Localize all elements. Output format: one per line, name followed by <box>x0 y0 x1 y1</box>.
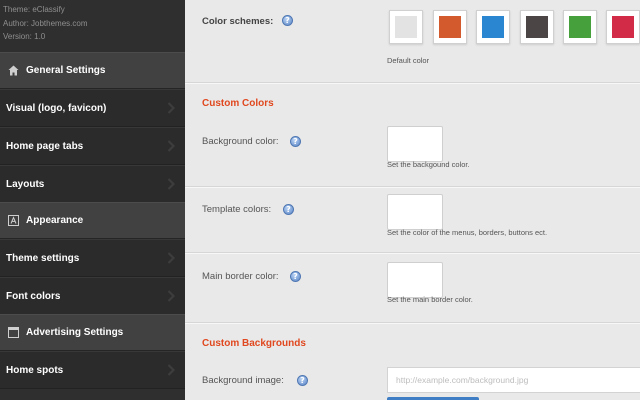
help-icon[interactable]: ? <box>282 15 293 26</box>
chevron-right-icon <box>167 290 175 302</box>
color-scheme-swatch-1[interactable] <box>389 10 423 44</box>
main-border-color-label: Main border color: <box>202 271 279 282</box>
color-scheme-swatch-2[interactable] <box>433 10 467 44</box>
swatch-color <box>569 16 591 38</box>
window-icon <box>7 327 19 339</box>
section-advertising-settings[interactable]: Advertising Settings <box>0 314 185 351</box>
custom-backgrounds-title: Custom Backgrounds <box>202 338 306 349</box>
section-general-settings[interactable]: General Settings <box>0 52 185 89</box>
sidebar-item-label: Font colors <box>6 290 61 302</box>
background-image-url-input[interactable] <box>387 367 640 393</box>
chevron-right-icon <box>167 102 175 114</box>
sidebar-item-label: Home page tabs <box>6 140 84 152</box>
sidebar: Theme: eClassify Author: Jobthemes.com V… <box>0 0 185 400</box>
color-schemes-label: Color schemes: <box>202 16 274 27</box>
main-border-color-note: Set the main border color. <box>387 295 473 304</box>
sidebar-item-font-colors[interactable]: Font colors <box>0 277 185 315</box>
help-icon[interactable]: ? <box>297 375 308 386</box>
divider <box>185 82 640 84</box>
swatch-color <box>526 16 548 38</box>
sidebar-item-label: Visual (logo, favicon) <box>6 102 107 114</box>
section-appearance[interactable]: Appearance <box>0 202 185 239</box>
color-scheme-swatch-4[interactable] <box>520 10 554 44</box>
sidebar-item-layouts[interactable]: Layouts <box>0 165 185 203</box>
section-title: General Settings <box>26 65 106 76</box>
sidebar-item-theme-settings[interactable]: Theme settings <box>0 239 185 277</box>
background-image-label: Background image: <box>202 375 284 386</box>
divider <box>185 252 640 254</box>
template-colors-label: Template colors: <box>202 204 272 215</box>
color-scheme-swatch-5[interactable] <box>563 10 597 44</box>
background-color-picker[interactable] <box>387 126 443 162</box>
chevron-right-icon <box>167 364 175 376</box>
section-title: Advertising Settings <box>26 327 124 338</box>
section-title: Appearance <box>26 215 84 226</box>
help-icon[interactable]: ? <box>290 136 301 147</box>
sidebar-item-visual[interactable]: Visual (logo, favicon) <box>0 89 185 127</box>
sidebar-item-label: Theme settings <box>6 252 80 264</box>
swatch-color <box>482 16 504 38</box>
sidebar-item-home-spots[interactable]: Home spots <box>0 351 185 389</box>
template-colors-note: Set the color of the menus, borders, but… <box>387 228 548 237</box>
theme-meta: Theme: eClassify Author: Jobthemes.com V… <box>0 0 185 52</box>
swatch-color <box>439 16 461 38</box>
main-panel: Color schemes: ? Default color Custom Co… <box>185 0 640 400</box>
help-icon[interactable]: ? <box>290 271 301 282</box>
default-color-note: Default color <box>387 56 430 65</box>
theme-author: Author: Jobthemes.com <box>3 18 88 28</box>
theme-version: Version: 1.0 <box>3 32 46 41</box>
sidebar-item-home-page-tabs[interactable]: Home page tabs <box>0 127 185 165</box>
sidebar-item-label: Home spots <box>6 364 64 376</box>
chevron-right-icon <box>167 140 175 152</box>
home-icon <box>7 65 19 77</box>
background-color-note: Set the backgound color. <box>387 160 470 169</box>
sidebar-item-label: Layouts <box>6 178 45 190</box>
main-border-color-picker[interactable] <box>387 262 443 298</box>
template-colors-picker[interactable] <box>387 194 443 230</box>
color-scheme-swatch-6[interactable] <box>606 10 640 44</box>
divider <box>185 322 640 324</box>
chevron-right-icon <box>167 252 175 264</box>
chevron-right-icon <box>167 178 175 190</box>
custom-colors-title: Custom Colors <box>202 98 274 109</box>
divider <box>185 186 640 188</box>
theme-name: Theme: eClassify <box>3 5 65 14</box>
help-icon[interactable]: ? <box>283 204 294 215</box>
color-scheme-swatch-3[interactable] <box>476 10 510 44</box>
background-color-label: Background color: <box>202 136 279 147</box>
swatch-color <box>395 16 417 38</box>
appearance-icon <box>7 215 19 227</box>
swatch-color <box>612 16 634 38</box>
